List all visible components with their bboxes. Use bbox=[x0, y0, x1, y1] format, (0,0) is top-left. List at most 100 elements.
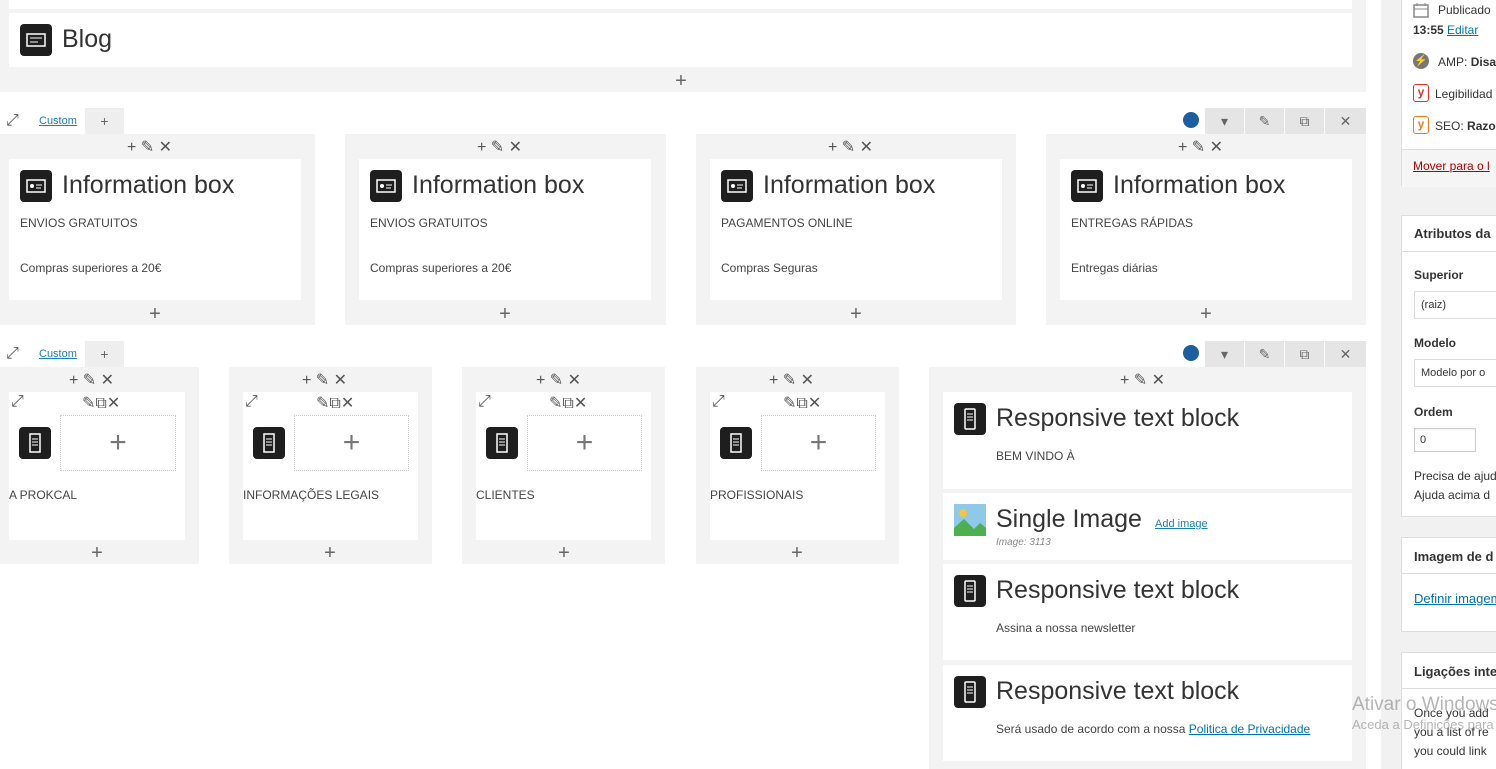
row2-edit-button[interactable]: ✎ bbox=[1244, 341, 1284, 367]
add-element-placeholder[interactable]: + bbox=[527, 415, 642, 471]
info-box-line2: Compras Seguras bbox=[721, 261, 818, 275]
inner-controls[interactable]: ✎⧉✕ bbox=[549, 393, 587, 413]
order-input-value: 0 bbox=[1420, 434, 1427, 446]
responsive-text-block-2[interactable]: Responsive text block Assina a nossa new… bbox=[943, 564, 1352, 660]
info-box-icon bbox=[370, 170, 402, 202]
row2-move-icon[interactable]: ⤢ bbox=[6, 345, 19, 363]
info-box-title: Information box bbox=[763, 171, 936, 199]
single-image-element[interactable]: Single Image Add image Image: 3113 bbox=[943, 493, 1352, 560]
add-element-col3[interactable]: + bbox=[846, 304, 866, 324]
col3-controls[interactable]: + ✎ ✕ bbox=[828, 137, 873, 157]
fcol2-controls[interactable]: + ✎ ✕ bbox=[302, 370, 347, 390]
links-text-2: you a list of re bbox=[1414, 725, 1489, 739]
add-element-fcol2[interactable]: + bbox=[320, 543, 340, 563]
info-box-icon bbox=[20, 170, 52, 202]
image-caption: Image: 3113 bbox=[996, 537, 1051, 548]
fcol3-controls[interactable]: + ✎ ✕ bbox=[536, 370, 581, 390]
inner-move-icon[interactable]: ⤢ bbox=[245, 393, 258, 411]
footer-inner-2[interactable]: ⤢ ✎⧉✕ + INFORMAÇÕES LEGAIS bbox=[243, 392, 418, 540]
inner-move-icon[interactable]: ⤢ bbox=[712, 393, 725, 411]
add-element-placeholder[interactable]: + bbox=[761, 415, 876, 471]
row1-controls: ⤢ Custom + ▾ ✎ ⧉ ✕ bbox=[0, 108, 1366, 134]
col4-controls[interactable]: + ✎ ✕ bbox=[1178, 137, 1223, 157]
add-element-col4[interactable]: + bbox=[1196, 304, 1216, 324]
row2-design-dot[interactable] bbox=[1183, 345, 1199, 361]
row1-add-column-button[interactable]: + bbox=[84, 108, 124, 134]
responsive-text-block-1[interactable]: Responsive text block BEM VINDO À bbox=[943, 392, 1352, 489]
page-attributes-box: Atributos da Superior (raiz) Modelo Mode… bbox=[1401, 215, 1496, 517]
row2-delete-button[interactable]: ✕ bbox=[1324, 341, 1366, 367]
add-element-fcol3[interactable]: + bbox=[554, 543, 574, 563]
info-box-4[interactable]: Information box ENTREGAS RÁPIDAS Entrega… bbox=[1060, 159, 1352, 300]
row2-controls: ⤢ Custom + ▾ ✎ ⧉ ✕ bbox=[0, 341, 1366, 367]
add-element-fcol1[interactable]: + bbox=[87, 543, 107, 563]
inner-controls[interactable]: ✎⧉✕ bbox=[316, 393, 354, 413]
row1-clone-button[interactable]: ⧉ bbox=[1284, 108, 1324, 134]
add-element-placeholder[interactable]: + bbox=[294, 415, 409, 471]
row1-design-dot[interactable] bbox=[1183, 112, 1199, 128]
add-element-col2[interactable]: + bbox=[495, 304, 515, 324]
info-box-3[interactable]: Information box PAGAMENTOS ONLINE Compra… bbox=[710, 159, 1002, 300]
featured-image-box: Imagem de d Definir imagem bbox=[1401, 537, 1496, 632]
blog-icon bbox=[20, 24, 52, 56]
blog-element[interactable]: Blog bbox=[9, 13, 1352, 67]
fcol5-controls[interactable]: + ✎ ✕ bbox=[1120, 370, 1165, 390]
row1-delete-button[interactable]: ✕ bbox=[1324, 108, 1366, 134]
add-element-col1[interactable]: + bbox=[145, 304, 165, 324]
info-box-1[interactable]: Information box ENVIOS GRATUITOS Compras… bbox=[9, 159, 301, 300]
add-element-placeholder[interactable]: + bbox=[60, 415, 176, 471]
amp-label: AMP: bbox=[1438, 55, 1468, 69]
col2-controls[interactable]: + ✎ ✕ bbox=[477, 137, 522, 157]
responsive-text-block-3[interactable]: Responsive text block Será usado de acor… bbox=[943, 665, 1352, 761]
post-sidebar: Publicado 13:55 Editar ⚡ AMP: Disa y Leg… bbox=[1381, 0, 1496, 769]
info-box-line2: Compras superiores a 20€ bbox=[370, 261, 512, 275]
order-input[interactable]: 0 bbox=[1414, 428, 1476, 452]
row1-move-icon[interactable]: ⤢ bbox=[6, 112, 19, 130]
set-featured-image-link[interactable]: Definir imagem bbox=[1414, 591, 1496, 606]
text-block-icon bbox=[486, 427, 518, 459]
footer-inner-1[interactable]: ⤢ ✎⧉✕ + A PROKCAL bbox=[9, 392, 185, 540]
row1-toggle-button[interactable]: ▾ bbox=[1204, 108, 1244, 134]
fcol4-controls[interactable]: + ✎ ✕ bbox=[769, 370, 814, 390]
links-text-1: Once you add bbox=[1414, 706, 1489, 720]
move-to-trash-link[interactable]: Mover para o l bbox=[1413, 159, 1490, 173]
info-box-2[interactable]: Information box ENVIOS GRATUITOS Compras… bbox=[359, 159, 651, 300]
add-element-blog[interactable]: + bbox=[671, 71, 691, 91]
footer-inner-3[interactable]: ⤢ ✎⧉✕ + CLIENTES bbox=[476, 392, 651, 540]
add-image-link[interactable]: Add image bbox=[1155, 518, 1208, 530]
publish-actions: Mover para o l bbox=[1402, 149, 1496, 187]
template-select-value: Modelo por o bbox=[1421, 367, 1486, 379]
row1-custom-tab[interactable]: Custom bbox=[31, 108, 85, 134]
text-block-icon bbox=[720, 427, 752, 459]
divider bbox=[1402, 573, 1496, 574]
row1-edit-button[interactable]: ✎ bbox=[1244, 108, 1284, 134]
parent-select[interactable]: (raiz) bbox=[1414, 291, 1496, 319]
inner-move-icon[interactable]: ⤢ bbox=[478, 393, 491, 411]
mobile-text-icon bbox=[954, 575, 986, 607]
inner-controls[interactable]: ✎⧉✕ bbox=[82, 393, 120, 413]
privacy-text: Será usado de acordo com a nossa bbox=[996, 722, 1186, 736]
row2-toggle-button[interactable]: ▾ bbox=[1204, 341, 1244, 367]
info-box-icon bbox=[1071, 170, 1103, 202]
inner-controls[interactable]: ✎⧉✕ bbox=[783, 393, 821, 413]
featured-image-title: Imagem de d bbox=[1414, 549, 1494, 564]
template-select[interactable]: Modelo por o bbox=[1414, 359, 1496, 387]
edit-date-link[interactable]: Editar bbox=[1447, 23, 1478, 37]
seo-value: Razoa bbox=[1467, 119, 1496, 133]
footer-inner-4[interactable]: ⤢ ✎⧉✕ + PROFISSIONAIS bbox=[710, 392, 885, 540]
single-image-title: Single Image bbox=[996, 505, 1142, 533]
yoast-readability-icon: y bbox=[1413, 84, 1429, 102]
text-block-content: Assina a nossa newsletter bbox=[996, 621, 1136, 635]
blog-row-top-strip bbox=[9, 0, 1352, 9]
add-element-fcol4[interactable]: + bbox=[787, 543, 807, 563]
amp-status: AMP: Disa bbox=[1438, 55, 1496, 69]
footer-column-label: PROFISSIONAIS bbox=[710, 488, 804, 502]
row2-custom-tab[interactable]: Custom bbox=[31, 341, 85, 367]
inner-move-icon[interactable]: ⤢ bbox=[11, 393, 24, 411]
privacy-policy-link[interactable]: Politica de Privacidade bbox=[1189, 722, 1310, 736]
fcol1-controls[interactable]: + ✎ ✕ bbox=[69, 370, 114, 390]
row2-clone-button[interactable]: ⧉ bbox=[1284, 341, 1324, 367]
col1-controls[interactable]: + ✎ ✕ bbox=[127, 137, 172, 157]
parent-label: Superior bbox=[1414, 268, 1464, 282]
row2-add-column-button[interactable]: + bbox=[84, 341, 124, 367]
